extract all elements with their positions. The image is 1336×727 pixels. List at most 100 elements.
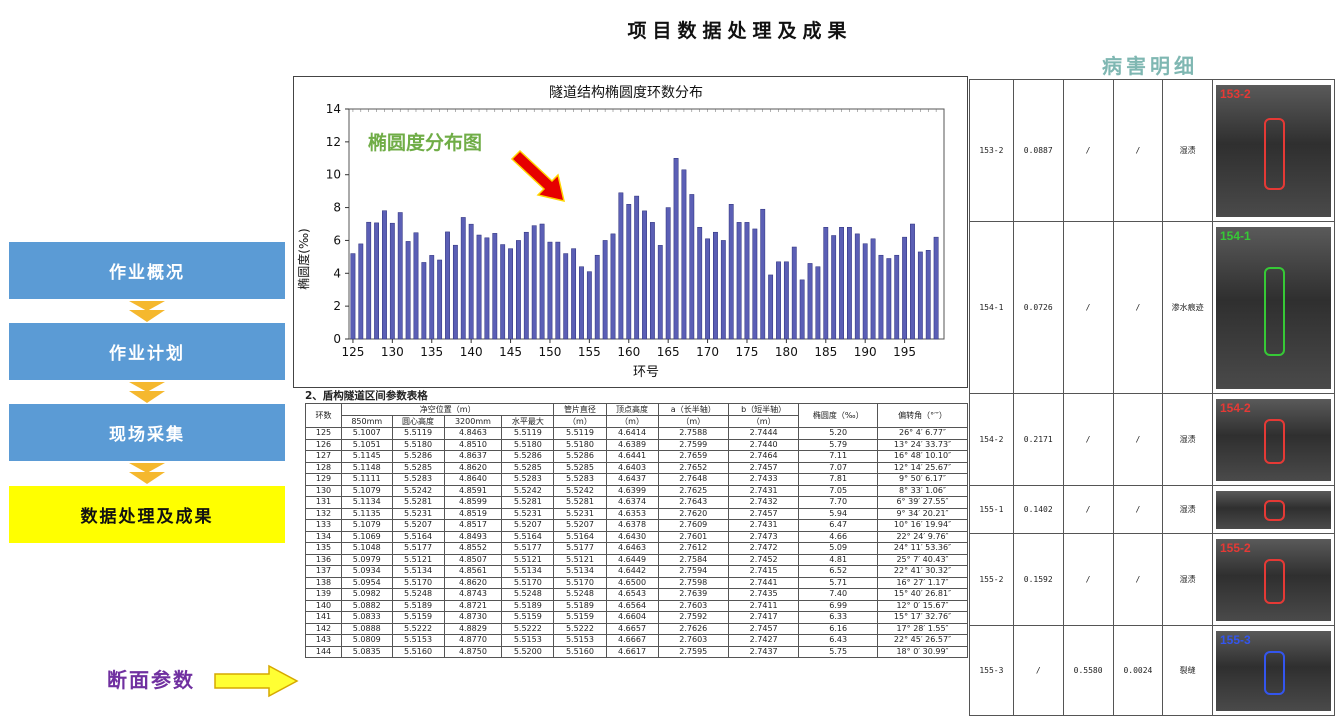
- chart-bar: [586, 271, 592, 340]
- table-cell: 2.7626: [657, 622, 729, 635]
- table-cell: 5.5285: [391, 461, 445, 474]
- table-cell: 5.1134: [341, 496, 393, 509]
- x-tick-label: 190: [854, 345, 877, 359]
- defect-type-cell: 渗水痕迹: [1162, 221, 1214, 394]
- table-cell: 5.5231: [391, 507, 445, 520]
- defect-photo[interactable]: 154-1: [1216, 226, 1331, 389]
- table-cell: 25° 7′ 40.43″: [877, 553, 968, 566]
- chart-bar: [736, 222, 742, 340]
- defect-value-cell: /: [1112, 533, 1164, 626]
- table-cell: 5.5121: [501, 553, 555, 566]
- table-cell: 5.5134: [391, 565, 445, 578]
- table-cell: 5.5189: [553, 599, 607, 612]
- ring-number-cell: 128: [305, 461, 342, 474]
- table-cell: 7.05: [798, 484, 878, 497]
- defect-photo[interactable]: 154-2: [1216, 398, 1331, 481]
- defect-value-cell: 0.0024: [1112, 625, 1164, 716]
- chart-bar: [602, 240, 608, 340]
- table-cell: 5.5207: [501, 519, 555, 532]
- table-row: 132 5.1135 5.5231 4.8519 5.5231 5.5231 4.6353 2…: [305, 507, 968, 520]
- table-cell: 5.09: [798, 542, 878, 555]
- defect-photo[interactable]: 153-2: [1216, 84, 1331, 217]
- chart-bar: [468, 223, 474, 340]
- chart-bar: [657, 245, 663, 340]
- table-cell: 2.7648: [657, 473, 729, 486]
- defect-detail-table: 153-2 0.0887// 湿渍 153-2 154-1 0.0726// 渗水痕迹 154…: [969, 79, 1335, 716]
- table-cell: 5.5285: [553, 461, 607, 474]
- col-top-height-unit: （m）: [605, 415, 659, 428]
- defect-photo-cell: 154-2: [1212, 393, 1335, 486]
- table-cell: 2.7639: [657, 588, 729, 601]
- table-cell: 5.0954: [341, 576, 393, 589]
- page-title: 项目数据处理及成果: [627, 20, 853, 42]
- table-cell: 5.75: [798, 645, 878, 658]
- flow-step-collection[interactable]: 现场采集: [9, 404, 285, 461]
- chart-bar: [539, 223, 545, 340]
- table-cell: 22° 45′ 26.57″: [877, 634, 968, 647]
- x-tick-label: 135: [420, 345, 443, 359]
- x-tick-label: 145: [499, 345, 522, 359]
- chart-bar: [508, 248, 513, 340]
- defect-id-cell: 155-3: [969, 625, 1014, 716]
- chart-bar: [563, 253, 569, 340]
- table-cell: 5.5153: [391, 634, 445, 647]
- table-cell: 5.1069: [341, 530, 393, 543]
- chart-bar: [894, 254, 900, 340]
- chart-bar: [713, 231, 718, 340]
- table-cell: 4.6437: [605, 473, 659, 486]
- table-cell: 4.6604: [605, 611, 659, 624]
- table-cell: 4.8829: [443, 622, 503, 635]
- chart-x-label: 环号: [633, 365, 659, 380]
- chart-bar: [618, 192, 624, 340]
- table-row: 125 5.1007 5.5119 4.8463 5.5119 5.5119 4.6414 2…: [305, 427, 968, 440]
- table-cell: 5.0934: [341, 565, 393, 578]
- table-cell: 5.5164: [501, 530, 555, 543]
- defect-value-cell: /: [1062, 393, 1114, 486]
- chart-bar: [634, 195, 640, 340]
- chart-bar: [413, 232, 419, 340]
- flow-step-overview[interactable]: 作业概况: [9, 242, 285, 299]
- table-cell: 6.16: [798, 622, 878, 635]
- chart-bar: [854, 233, 860, 340]
- table-cell: 5.5283: [553, 473, 607, 486]
- table-cell: 2.7625: [657, 484, 729, 497]
- table-cell: 2.7464: [727, 450, 800, 463]
- table-cell: 5.0882: [341, 599, 393, 612]
- table-row: 130 5.1079 5.5242 4.8591 5.5242 5.5242 4.6399 2…: [305, 484, 968, 497]
- y-tick-label: 14: [326, 102, 341, 116]
- table-cell: 2.7595: [657, 645, 729, 658]
- chart-bar: [720, 240, 726, 340]
- table-cell: 2.7643: [657, 496, 729, 509]
- table-cell: 4.6430: [605, 530, 659, 543]
- table-cell: 5.5242: [501, 484, 555, 497]
- defect-photo[interactable]: [1216, 490, 1331, 529]
- defect-photo[interactable]: 155-2: [1216, 538, 1331, 621]
- table-cell: 4.6389: [605, 438, 659, 451]
- table-cell: 5.0982: [341, 588, 393, 601]
- flow-step-plan[interactable]: 作业计划: [9, 323, 285, 380]
- defect-photo[interactable]: 155-3: [1216, 630, 1331, 711]
- table-cell: 4.6667: [605, 634, 659, 647]
- table-cell: 5.5170: [501, 576, 555, 589]
- defect-photo-cell: 155-3: [1212, 625, 1335, 716]
- chart-bar: [492, 233, 498, 340]
- chart-bar: [815, 266, 821, 340]
- table-cell: 4.6564: [605, 599, 659, 612]
- defect-row: 154-1 0.0726// 渗水痕迹 154-1: [969, 221, 1335, 394]
- defect-id-cell: 155-2: [969, 533, 1014, 626]
- col-seg-diameter-unit: （m）: [553, 415, 607, 428]
- flow-step-processing[interactable]: 数据处理及成果: [9, 486, 285, 543]
- table-cell: 5.5189: [501, 599, 555, 612]
- table-cell: 5.5160: [391, 645, 445, 658]
- table-cell: 5.5180: [501, 438, 555, 451]
- defect-value-cell: /: [1112, 393, 1164, 486]
- col-hmax: 水平最大: [501, 415, 555, 428]
- table-cell: 18° 0′ 30.99″: [877, 645, 968, 658]
- table-cell: 5.5153: [553, 634, 607, 647]
- ring-number-cell: 125: [305, 427, 342, 440]
- defect-type-cell: 湿渍: [1162, 533, 1214, 626]
- param-table: 环数 净空位置（m） 管片直径 顶点高度 a（长半轴） b（短半轴） 椭圆度（‰…: [305, 403, 968, 658]
- chart-bar: [389, 222, 395, 340]
- chart-bar: [460, 217, 466, 340]
- table-cell: 2.7588: [657, 427, 729, 440]
